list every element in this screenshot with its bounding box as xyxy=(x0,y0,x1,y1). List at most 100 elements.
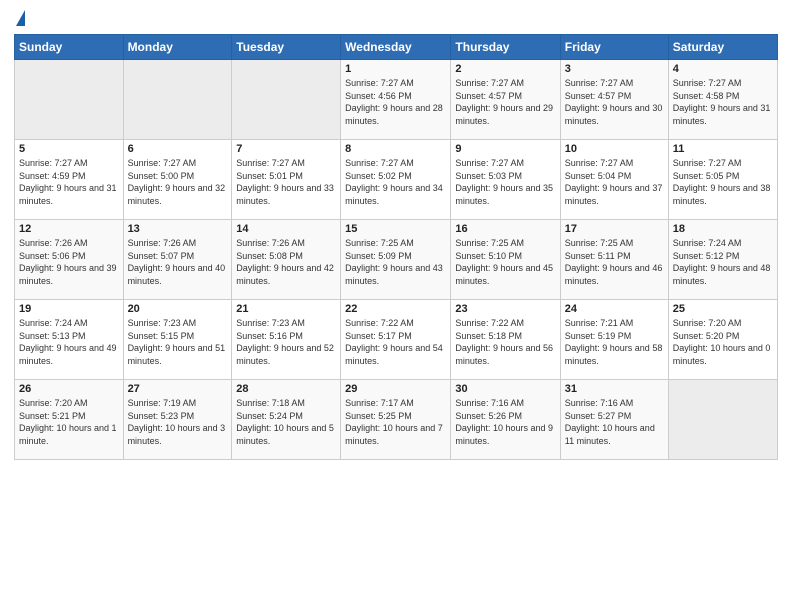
day-info: Sunrise: 7:27 AMSunset: 4:58 PMDaylight:… xyxy=(673,77,773,127)
calendar-cell: 4 Sunrise: 7:27 AMSunset: 4:58 PMDaylight… xyxy=(668,60,777,140)
calendar-cell: 26Sunrise: 7:20 AMSunset: 5:21 PMDayligh… xyxy=(15,380,124,460)
day-info: Sunrise: 7:26 AMSunset: 5:08 PMDaylight:… xyxy=(236,237,336,287)
calendar-cell: 13Sunrise: 7:26 AMSunset: 5:07 PMDayligh… xyxy=(123,220,232,300)
day-info: Sunrise: 7:27 AMSunset: 5:02 PMDaylight:… xyxy=(345,157,446,207)
day-info: Sunrise: 7:23 AMSunset: 5:15 PMDaylight:… xyxy=(128,317,228,367)
calendar-cell: 7 Sunrise: 7:27 AMSunset: 5:01 PMDaylight… xyxy=(232,140,341,220)
day-number: 20 xyxy=(128,303,228,315)
day-number: 28 xyxy=(236,383,336,395)
day-info: Sunrise: 7:27 AMSunset: 4:57 PMDaylight:… xyxy=(455,77,555,127)
calendar-cell: 9 Sunrise: 7:27 AMSunset: 5:03 PMDaylight… xyxy=(451,140,560,220)
day-info: Sunrise: 7:18 AMSunset: 5:24 PMDaylight:… xyxy=(236,397,336,447)
day-number: 4 xyxy=(673,63,773,75)
calendar-cell xyxy=(232,60,341,140)
day-info: Sunrise: 7:24 AMSunset: 5:12 PMDaylight:… xyxy=(673,237,773,287)
day-info: Sunrise: 7:25 AMSunset: 5:11 PMDaylight:… xyxy=(565,237,664,287)
day-info: Sunrise: 7:27 AMSunset: 5:05 PMDaylight:… xyxy=(673,157,773,207)
weekday-header-thursday: Thursday xyxy=(451,35,560,60)
calendar-cell: 23 Sunrise: 7:22 AMSunset: 5:18 PMDayligh… xyxy=(451,300,560,380)
day-info: Sunrise: 7:16 AMSunset: 5:26 PMDaylight:… xyxy=(455,397,555,447)
day-info: Sunrise: 7:22 AMSunset: 5:18 PMDaylight:… xyxy=(455,317,555,367)
day-info: Sunrise: 7:22 AMSunset: 5:17 PMDaylight:… xyxy=(345,317,446,367)
day-number: 29 xyxy=(345,383,446,395)
day-number: 9 xyxy=(455,143,555,155)
calendar-cell: 15 Sunrise: 7:25 AMSunset: 5:09 PMDayligh… xyxy=(341,220,451,300)
day-info: Sunrise: 7:19 AMSunset: 5:23 PMDaylight:… xyxy=(128,397,228,447)
calendar-cell: 6 Sunrise: 7:27 AMSunset: 5:00 PMDaylight… xyxy=(123,140,232,220)
weekday-header-tuesday: Tuesday xyxy=(232,35,341,60)
weekday-header-sunday: Sunday xyxy=(15,35,124,60)
calendar-cell: 22 Sunrise: 7:22 AMSunset: 5:17 PMDayligh… xyxy=(341,300,451,380)
calendar-cell: 5 Sunrise: 7:27 AMSunset: 4:59 PMDaylight… xyxy=(15,140,124,220)
day-number: 15 xyxy=(345,223,446,235)
day-info: Sunrise: 7:27 AMSunset: 5:01 PMDaylight:… xyxy=(236,157,336,207)
day-number: 7 xyxy=(236,143,336,155)
day-info: Sunrise: 7:24 AMSunset: 5:13 PMDaylight:… xyxy=(19,317,119,367)
day-number: 26 xyxy=(19,383,119,395)
calendar-cell: 24 Sunrise: 7:21 AMSunset: 5:19 PMDayligh… xyxy=(560,300,668,380)
day-number: 21 xyxy=(236,303,336,315)
day-number: 31 xyxy=(565,383,664,395)
day-info: Sunrise: 7:26 AMSunset: 5:06 PMDaylight:… xyxy=(19,237,119,287)
header xyxy=(14,10,778,28)
calendar-cell: 17 Sunrise: 7:25 AMSunset: 5:11 PMDayligh… xyxy=(560,220,668,300)
weekday-header-friday: Friday xyxy=(560,35,668,60)
day-number: 23 xyxy=(455,303,555,315)
day-number: 3 xyxy=(565,63,664,75)
day-info: Sunrise: 7:20 AMSunset: 5:20 PMDaylight:… xyxy=(673,317,773,367)
calendar-cell: 25 Sunrise: 7:20 AMSunset: 5:20 PMDayligh… xyxy=(668,300,777,380)
day-number: 16 xyxy=(455,223,555,235)
day-info: Sunrise: 7:25 AMSunset: 5:10 PMDaylight:… xyxy=(455,237,555,287)
day-number: 24 xyxy=(565,303,664,315)
day-info: Sunrise: 7:27 AMSunset: 4:59 PMDaylight:… xyxy=(19,157,119,207)
calendar-cell: 27 Sunrise: 7:19 AMSunset: 5:23 PMDayligh… xyxy=(123,380,232,460)
calendar-cell: 18 Sunrise: 7:24 AMSunset: 5:12 PMDayligh… xyxy=(668,220,777,300)
day-number: 27 xyxy=(128,383,228,395)
day-info: Sunrise: 7:27 AMSunset: 5:00 PMDaylight:… xyxy=(128,157,228,207)
day-number: 30 xyxy=(455,383,555,395)
day-info: Sunrise: 7:27 AMSunset: 5:03 PMDaylight:… xyxy=(455,157,555,207)
day-info: Sunrise: 7:27 AMSunset: 4:57 PMDaylight:… xyxy=(565,77,664,127)
calendar-cell: 28 Sunrise: 7:18 AMSunset: 5:24 PMDayligh… xyxy=(232,380,341,460)
calendar-cell: 8 Sunrise: 7:27 AMSunset: 5:02 PMDaylight… xyxy=(341,140,451,220)
day-number: 17 xyxy=(565,223,664,235)
calendar-cell: 30 Sunrise: 7:16 AMSunset: 5:26 PMDayligh… xyxy=(451,380,560,460)
day-number: 8 xyxy=(345,143,446,155)
logo-triangle-icon xyxy=(16,10,25,26)
calendar-cell: 11 Sunrise: 7:27 AMSunset: 5:05 PMDayligh… xyxy=(668,140,777,220)
weekday-header-monday: Monday xyxy=(123,35,232,60)
day-number: 11 xyxy=(673,143,773,155)
calendar-cell xyxy=(123,60,232,140)
day-number: 2 xyxy=(455,63,555,75)
day-number: 18 xyxy=(673,223,773,235)
day-number: 6 xyxy=(128,143,228,155)
day-number: 12 xyxy=(19,223,119,235)
day-info: Sunrise: 7:27 AMSunset: 5:04 PMDaylight:… xyxy=(565,157,664,207)
page: SundayMondayTuesdayWednesdayThursdayFrid… xyxy=(0,0,792,612)
day-info: Sunrise: 7:16 AMSunset: 5:27 PMDaylight:… xyxy=(565,397,664,447)
calendar-week-row: 19 Sunrise: 7:24 AMSunset: 5:13 PMDayligh… xyxy=(15,300,778,380)
calendar-cell xyxy=(668,380,777,460)
day-number: 19 xyxy=(19,303,119,315)
calendar-cell: 3 Sunrise: 7:27 AMSunset: 4:57 PMDaylight… xyxy=(560,60,668,140)
day-info: Sunrise: 7:21 AMSunset: 5:19 PMDaylight:… xyxy=(565,317,664,367)
day-number: 25 xyxy=(673,303,773,315)
day-info: Sunrise: 7:27 AMSunset: 4:56 PMDaylight:… xyxy=(345,77,446,127)
day-number: 5 xyxy=(19,143,119,155)
calendar-cell: 14Sunrise: 7:26 AMSunset: 5:08 PMDayligh… xyxy=(232,220,341,300)
calendar-week-row: 12 Sunrise: 7:26 AMSunset: 5:06 PMDayligh… xyxy=(15,220,778,300)
day-info: Sunrise: 7:17 AMSunset: 5:25 PMDaylight:… xyxy=(345,397,446,447)
calendar-table: SundayMondayTuesdayWednesdayThursdayFrid… xyxy=(14,34,778,460)
calendar-cell: 31 Sunrise: 7:16 AMSunset: 5:27 PMDayligh… xyxy=(560,380,668,460)
calendar-cell: 29 Sunrise: 7:17 AMSunset: 5:25 PMDayligh… xyxy=(341,380,451,460)
calendar-week-row: 26Sunrise: 7:20 AMSunset: 5:21 PMDayligh… xyxy=(15,380,778,460)
calendar-cell: 12 Sunrise: 7:26 AMSunset: 5:06 PMDayligh… xyxy=(15,220,124,300)
calendar-cell: 20 Sunrise: 7:23 AMSunset: 5:15 PMDayligh… xyxy=(123,300,232,380)
day-info: Sunrise: 7:25 AMSunset: 5:09 PMDaylight:… xyxy=(345,237,446,287)
weekday-header-wednesday: Wednesday xyxy=(341,35,451,60)
day-info: Sunrise: 7:23 AMSunset: 5:16 PMDaylight:… xyxy=(236,317,336,367)
calendar-cell: 21 Sunrise: 7:23 AMSunset: 5:16 PMDayligh… xyxy=(232,300,341,380)
day-number: 22 xyxy=(345,303,446,315)
day-number: 1 xyxy=(345,63,446,75)
logo xyxy=(14,10,25,28)
